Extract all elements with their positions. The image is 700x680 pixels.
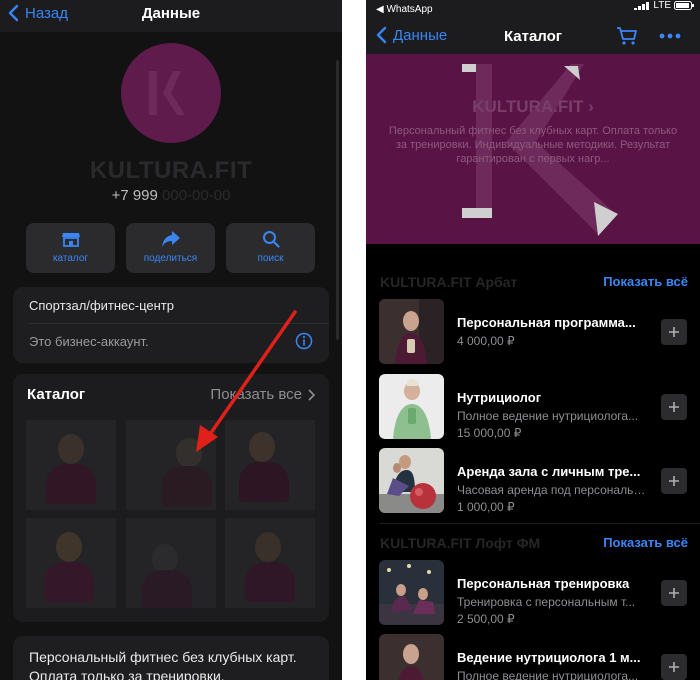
catalog-thumbnail[interactable] (126, 518, 216, 608)
add-to-cart-button[interactable] (661, 654, 687, 680)
catalog-item[interactable]: Ведение нутрициолога 1 м... Полное веден… (366, 634, 700, 680)
business-phone[interactable]: +7 999 000-00-00 (0, 187, 342, 204)
catalog-action-label: каталог (52, 253, 89, 264)
show-all-label: Показать все (210, 386, 302, 403)
item-title: Персональная программа... (457, 315, 636, 330)
catalog-thumbnail[interactable] (26, 420, 116, 510)
item-price: 4 000,00 ₽ (457, 334, 515, 348)
catalog-thumbnail[interactable] (126, 420, 216, 510)
item-price: 15 000,00 ₽ (457, 426, 522, 440)
item-photo (379, 448, 444, 513)
item-description: Часовая аренда под персонально... (457, 483, 647, 497)
section-title: KULTURA.FIT Арбат (380, 274, 518, 290)
navigation-bar: Данные Каталог (366, 20, 700, 54)
item-price: 1 000,00 ₽ (457, 500, 515, 514)
plus-icon (669, 662, 679, 672)
item-photo (379, 374, 444, 439)
show-all-link[interactable]: Показать всё (603, 535, 688, 550)
search-action-button[interactable]: поиск (226, 223, 315, 273)
item-photo (379, 634, 444, 680)
banner-subtitle: Персональный фитнес без клубных карт. Оп… (388, 125, 678, 165)
more-icon[interactable] (659, 33, 681, 39)
catalog-card[interactable]: Каталог Показать все (13, 374, 329, 622)
item-description: Полное ведение нутрициолога... (457, 669, 639, 680)
plus-icon (669, 476, 679, 486)
catalog-action-button[interactable]: каталог (26, 223, 115, 273)
network-indicators: LTE (634, 0, 694, 11)
page-title: Каталог (503, 28, 563, 45)
business-avatar[interactable] (121, 43, 221, 143)
catalog-item[interactable]: Нутрициолог Полное ведение нутрициолога.… (366, 374, 700, 440)
status-bar: ◀ WhatsApp LTE (366, 0, 700, 20)
add-to-cart-button[interactable] (661, 394, 687, 420)
catalog-thumbnail[interactable] (26, 518, 116, 608)
business-info-body: KULTURA.FIT +7 999 000-00-00 каталог под… (0, 32, 342, 680)
item-title: Нутрициолог (457, 390, 542, 405)
share-action-button[interactable]: поделиться (126, 223, 215, 273)
item-price: 2 500,00 ₽ (457, 612, 515, 626)
business-info-card: Спортзал/фитнес-центр Это бизнес-аккаунт… (13, 287, 329, 363)
catalog-item[interactable]: Персональная программа... 4 000,00 ₽ (366, 299, 700, 365)
catalog-item[interactable]: Аренда зала с личным тре... Часовая арен… (366, 448, 700, 514)
chevron-right-icon (308, 388, 315, 401)
catalog-item[interactable]: Персональная тренировка Тренировка с пер… (366, 560, 700, 626)
catalog-section-header: KULTURA.FIT Арбат Показать всё (380, 274, 688, 294)
info-icon[interactable] (295, 332, 313, 350)
search-action-label: поиск (257, 253, 284, 264)
business-name: KULTURA.FIT (89, 157, 253, 184)
plus-icon (669, 402, 679, 412)
battery-icon (674, 1, 694, 10)
signal-icon (634, 1, 650, 10)
scrollbar[interactable] (336, 60, 339, 340)
banner-title: KULTURA.FIT › (472, 97, 594, 116)
plus-icon (669, 327, 679, 337)
business-description-card: Персональный фитнес без клубных карт. Оп… (13, 636, 329, 680)
phone-visible: +7 999 (111, 187, 158, 204)
divider (29, 323, 329, 324)
item-title: Ведение нутрициолога 1 м... (457, 650, 641, 665)
section-divider (380, 523, 700, 524)
add-to-cart-button[interactable] (661, 319, 687, 345)
search-icon (262, 231, 280, 248)
add-to-cart-button[interactable] (661, 468, 687, 494)
page-title: Данные (141, 5, 201, 22)
navigation-bar: Назад Данные (0, 0, 342, 32)
catalog-thumbnail[interactable] (225, 420, 315, 510)
add-to-cart-button[interactable] (661, 580, 687, 606)
section-title: KULTURA.FIT Лофт ФМ (380, 535, 541, 551)
network-type: LTE (653, 0, 671, 11)
item-description: Полное ведение нутрициолога... (457, 409, 639, 423)
item-photo (379, 299, 444, 364)
plus-icon (669, 588, 679, 598)
business-description: Персональный фитнес без клубных карт. Оп… (29, 649, 297, 680)
show-all-link[interactable]: Показать всё (603, 274, 688, 289)
business-category: Спортзал/фитнес-центр (29, 298, 174, 313)
business-account-note: Это бизнес-аккаунт. (29, 334, 149, 349)
item-description: Тренировка с персональным т... (457, 595, 636, 609)
right-screenshot-catalog: ◀ WhatsApp LTE Данные Каталог KULTURA.FI… (366, 0, 700, 680)
item-title: Персональная тренировка (457, 576, 630, 591)
catalog-section-header: KULTURA.FIT Лофт ФМ Показать всё (380, 535, 688, 555)
left-screenshot-business-info: Назад Данные KULTURA.FIT +7 999 000-00-0… (0, 0, 342, 680)
catalog-title: Каталог (27, 386, 86, 403)
return-to-app-label[interactable]: ◀ WhatsApp (376, 4, 433, 15)
kultura-logo-icon (149, 71, 185, 115)
cart-icon[interactable] (616, 26, 638, 46)
catalog-banner[interactable]: KULTURA.FIT › Персональный фитнес без кл… (366, 54, 700, 244)
phone-hidden: 000-00-00 (162, 187, 231, 204)
show-all-link[interactable]: Показать все (210, 386, 315, 403)
item-title: Аренда зала с личным тре... (457, 464, 641, 479)
share-action-label: поделиться (143, 253, 198, 264)
storefront-icon (61, 233, 80, 247)
share-arrow-icon (161, 231, 180, 247)
catalog-thumbnail[interactable] (225, 518, 315, 608)
item-photo (379, 560, 444, 625)
